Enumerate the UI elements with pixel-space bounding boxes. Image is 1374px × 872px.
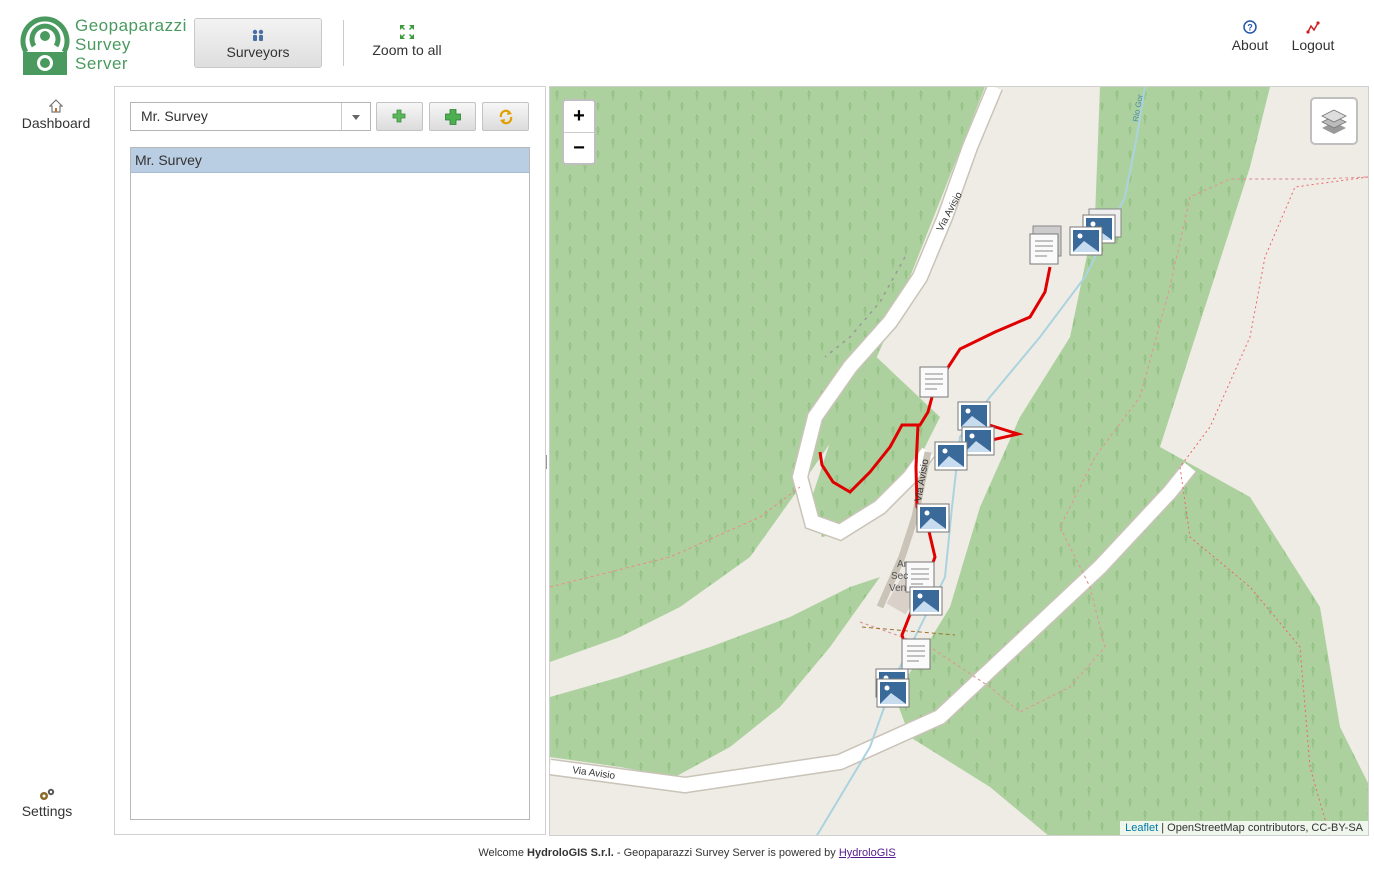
footer-org: HydroloGIS S.r.l. <box>527 847 614 859</box>
help-icon: ? <box>1243 20 1257 34</box>
note-marker <box>919 366 949 398</box>
panel-splitter-handle[interactable] <box>545 455 548 469</box>
zoom-out-button[interactable]: − <box>564 133 594 164</box>
expand-icon <box>400 25 414 39</box>
surveyor-select[interactable]: Mr. Survey <box>130 102 371 131</box>
add-surveyor-button[interactable] <box>429 102 476 131</box>
add-button[interactable] <box>376 102 423 131</box>
note-marker <box>901 638 931 670</box>
home-icon <box>49 99 63 113</box>
dashboard-nav-item[interactable]: Dashboard <box>16 99 96 131</box>
header-divider <box>343 20 344 66</box>
note-marker <box>1029 225 1062 265</box>
app-title-line: Server <box>75 54 129 73</box>
hydrologis-link[interactable]: HydroloGIS <box>839 847 896 859</box>
zoom-in-button[interactable]: + <box>564 101 594 133</box>
place-label: Ar <box>897 559 908 570</box>
footer-welcome: Welcome <box>478 847 528 859</box>
surveyor-select-value: Mr. Survey <box>141 108 208 124</box>
chevron-down-icon[interactable] <box>341 103 370 130</box>
about-label: About <box>1231 37 1269 53</box>
list-item[interactable]: Mr. Survey <box>131 148 529 173</box>
gears-icon <box>40 788 55 800</box>
dashboard-label: Dashboard <box>21 115 91 131</box>
photo-marker <box>934 441 968 471</box>
map-tiles[interactable]: Via Avisio Via Avisio Via Avisio Rio Gor… <box>550 87 1369 836</box>
surveyor-list: Mr. Survey <box>130 147 530 820</box>
camera-signal-icon <box>20 16 70 75</box>
footer: Welcome HydroloGIS S.r.l. - Geopaparazzi… <box>0 847 1374 859</box>
photo-marker <box>957 401 991 431</box>
surveyors-button[interactable]: Surveyors <box>194 18 322 68</box>
photo-marker <box>909 586 943 616</box>
zoom-to-all-button[interactable]: Zoom to all <box>366 24 448 58</box>
app-title-line: Survey <box>75 35 131 54</box>
settings-label: Settings <box>21 803 73 819</box>
layers-button[interactable] <box>1310 97 1358 145</box>
zoom-control: + − <box>562 99 596 165</box>
map-view[interactable]: Via Avisio Via Avisio Via Avisio Rio Gor… <box>549 86 1369 836</box>
photo-marker <box>1069 226 1103 256</box>
logout-label: Logout <box>1291 37 1335 53</box>
photo-marker <box>876 678 910 708</box>
photo-marker <box>916 503 950 533</box>
settings-nav-item[interactable]: Settings <box>12 787 82 819</box>
logout-button[interactable]: Logout <box>1288 20 1338 53</box>
refresh-button[interactable] <box>482 102 529 131</box>
about-button[interactable]: ? About <box>1226 20 1274 53</box>
place-label: Ven <box>889 583 906 594</box>
footer-text: - Geopaparazzi Survey Server is powered … <box>613 847 839 859</box>
plus-bold-icon <box>445 109 461 125</box>
refresh-icon <box>499 109 513 125</box>
map-attribution: Leaflet | OpenStreetMap contributors, CC… <box>1120 821 1368 835</box>
surveyors-label: Surveyors <box>226 44 290 60</box>
zoom-to-all-label: Zoom to all <box>372 42 442 58</box>
place-label: Sec <box>891 571 908 582</box>
layers-icon <box>1321 109 1347 134</box>
app-title: Geopaparazzi Survey Server <box>75 16 187 73</box>
app-title-line: Geopaparazzi <box>75 16 187 35</box>
surveyors-icon <box>252 29 264 41</box>
logout-icon <box>1306 21 1320 34</box>
plus-icon <box>392 109 406 123</box>
attribution-text: | OpenStreetMap contributors, CC-BY-SA <box>1158 822 1363 834</box>
leaflet-link[interactable]: Leaflet <box>1125 822 1158 834</box>
svg-text:?: ? <box>1247 23 1253 33</box>
